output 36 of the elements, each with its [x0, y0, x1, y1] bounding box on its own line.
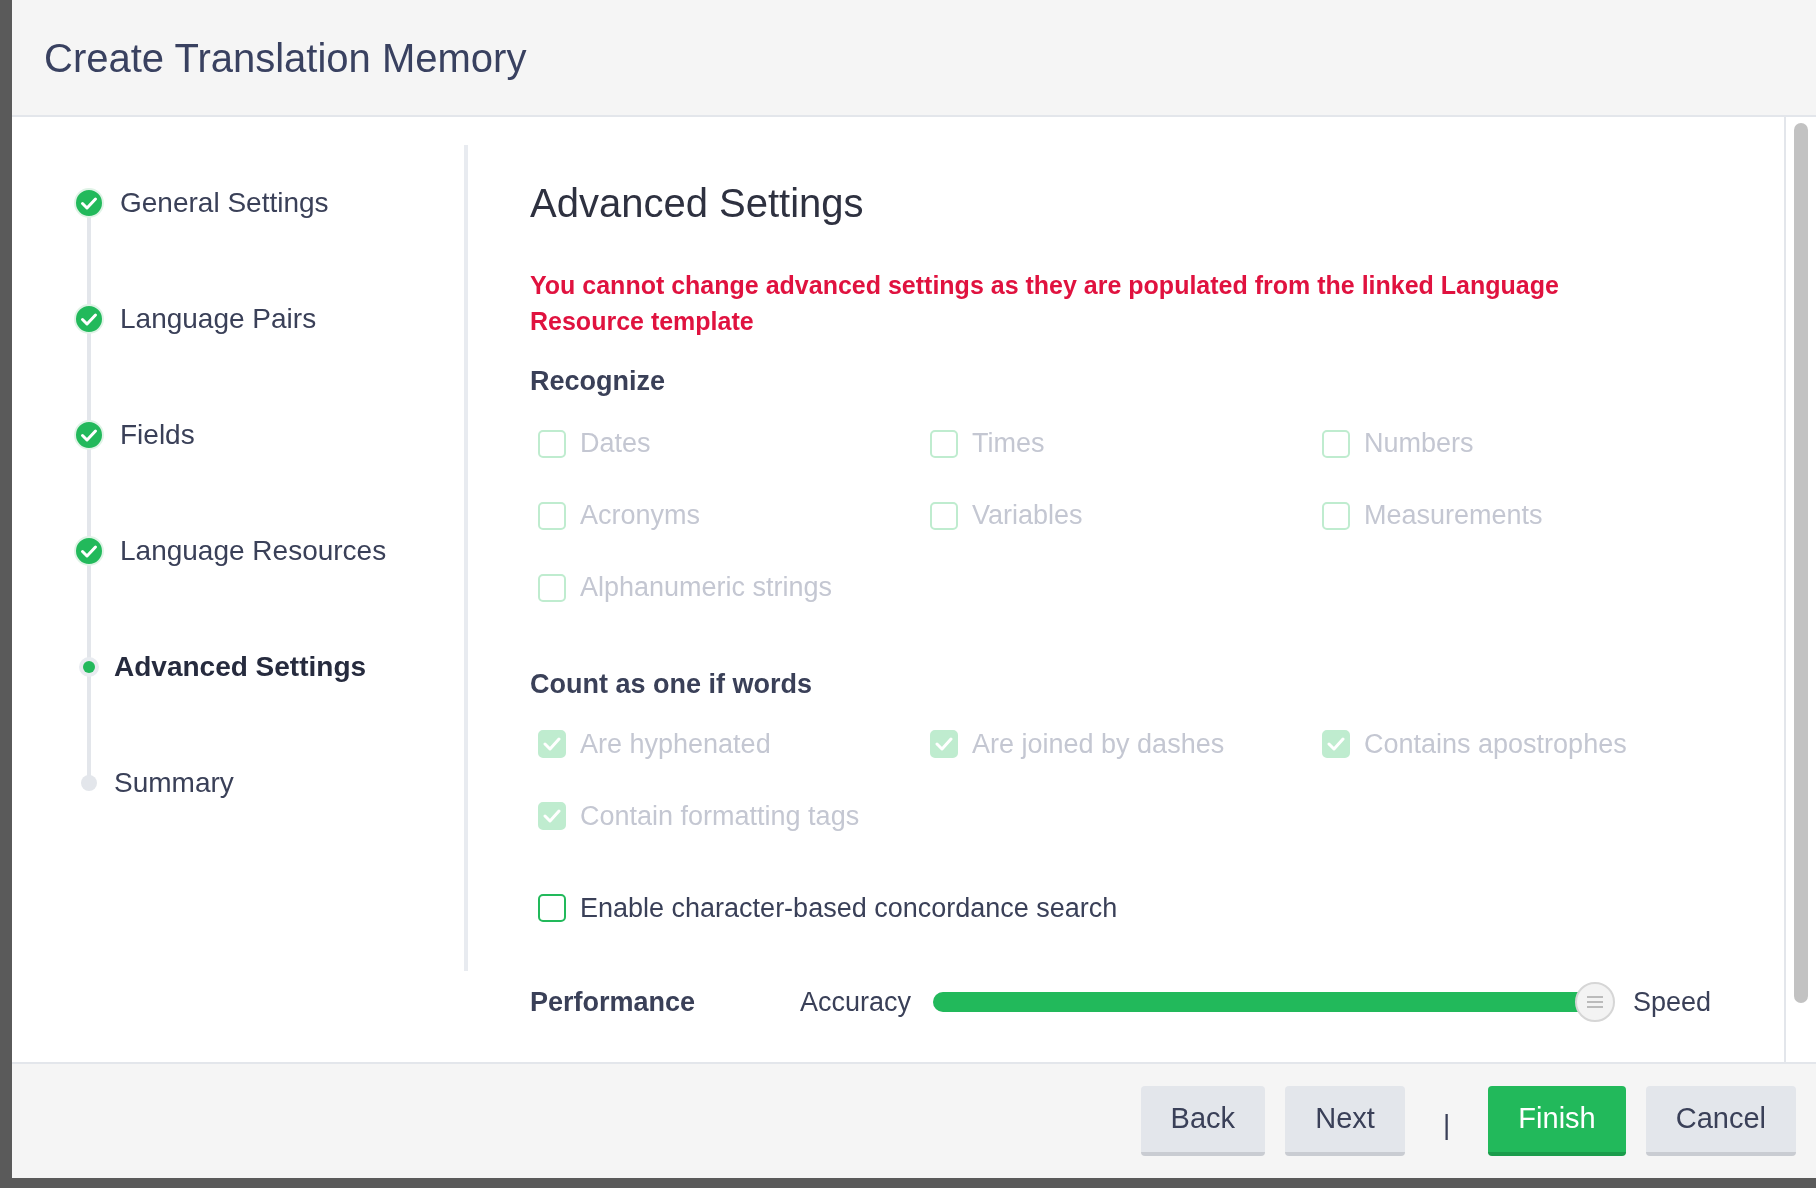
slider-handle[interactable]: [1575, 982, 1616, 1022]
footer-button[interactable]: Back: [1140, 1086, 1266, 1156]
checkbox[interactable]: [538, 894, 566, 922]
checkbox-label: Measurements: [1364, 499, 1543, 533]
checkmark-icon: [543, 809, 561, 823]
step-label[interactable]: Advanced Settings: [114, 646, 367, 688]
step-label[interactable]: Fields: [120, 414, 195, 456]
checkbox-label: Alphanumeric strings: [580, 571, 833, 605]
checkbox-label: Enable character-based concordance search: [580, 891, 1118, 925]
button-separator: |: [1443, 1108, 1451, 1142]
performance-label: Performance: [530, 985, 697, 1019]
checkbox-label: Times: [972, 427, 1045, 461]
checkbox-label: Are joined by dashes: [972, 727, 1225, 761]
step-label[interactable]: Language Pairs: [120, 298, 317, 340]
checkbox-label: Numbers: [1364, 427, 1474, 461]
section-heading: Advanced Settings: [530, 180, 865, 227]
footer-button[interactable]: Cancel: [1645, 1086, 1796, 1156]
footer-button[interactable]: Next: [1285, 1086, 1406, 1156]
group-title: Recognize: [530, 365, 667, 398]
step-label[interactable]: Summary: [114, 762, 234, 804]
checkbox-label: Acronyms: [580, 499, 701, 533]
step-label[interactable]: Language Resources: [120, 530, 387, 572]
step-label[interactable]: General Settings: [120, 182, 329, 224]
checkbox-label: Contains apostrophes: [1364, 727, 1627, 761]
checkbox-label: Contain formatting tags: [580, 799, 860, 833]
slider-min-label: Accuracy: [800, 985, 912, 1019]
checkbox-label: Are hyphenated: [580, 727, 771, 761]
group-title: Count as one if words: [530, 667, 813, 701]
warning-message: You cannot change advanced settings as they are populated from the linked Language Resource template: [530, 270, 1560, 337]
checkbox-label: Dates: [580, 427, 651, 461]
dialog-title: Create Translation Memory: [44, 34, 527, 82]
checkmark-icon: [1327, 737, 1345, 751]
checkmark-icon: [543, 737, 561, 751]
checkbox-label: Variables: [972, 499, 1083, 533]
checkmark-icon: [935, 737, 953, 751]
slider-max-label: Speed: [1633, 985, 1712, 1019]
